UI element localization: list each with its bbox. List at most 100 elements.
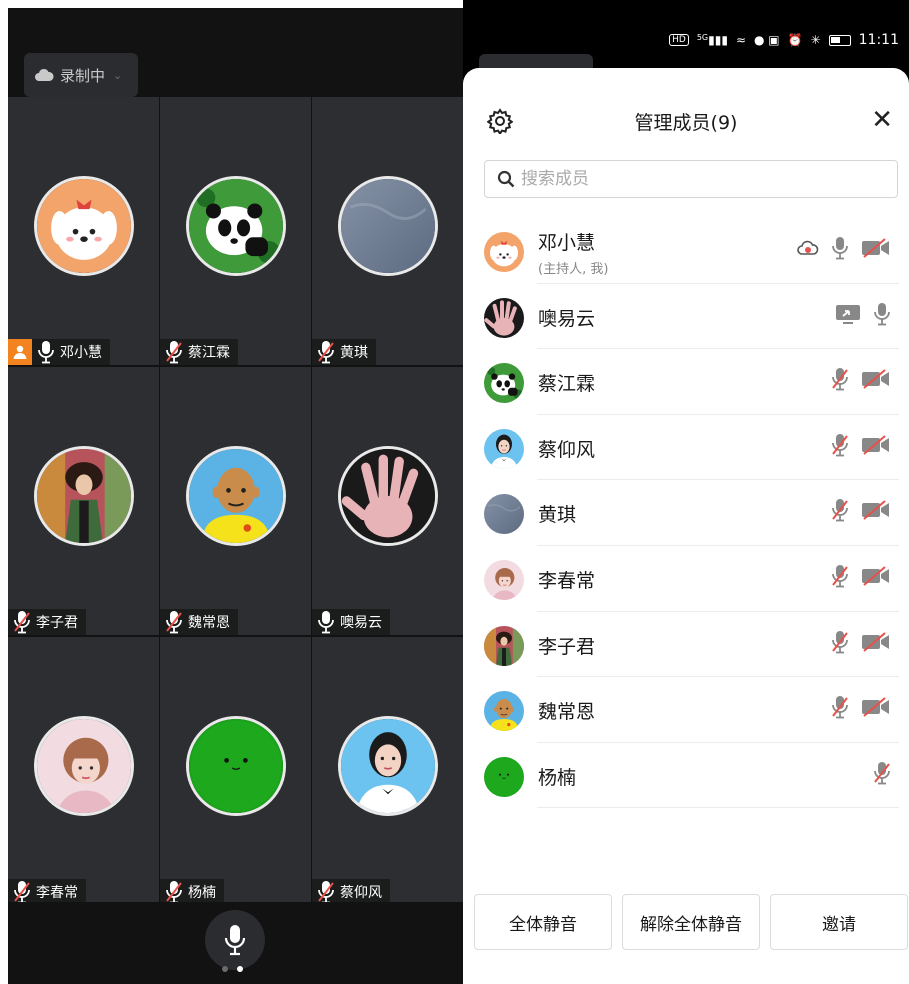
avatar bbox=[484, 232, 524, 272]
member-panel-screen: HD 5G▮▮▮ ≈ ● ▣ ⏰ ✳ 11:11 管理成员(9) ✕ 邓小慧 (主… bbox=[463, 0, 909, 984]
name-tag: 噢易云 bbox=[312, 609, 390, 635]
member-list: 邓小慧 (主持人, 我) 噢易云蔡江霖蔡仰风 黄琪李春常李子君 魏常恩杨楠 bbox=[463, 218, 909, 809]
member-row[interactable]: 邓小慧 (主持人, 我) bbox=[463, 218, 909, 284]
camera-off-icon[interactable] bbox=[861, 499, 891, 521]
avatar bbox=[185, 445, 286, 546]
member-row[interactable]: 李春常 bbox=[463, 546, 909, 612]
panel-title: 管理成员(9) bbox=[634, 112, 738, 134]
member-row[interactable]: 李子君 bbox=[463, 612, 909, 678]
video-tile[interactable]: 邓小慧 bbox=[8, 97, 159, 365]
unmute-all-button[interactable]: 解除全体静音 bbox=[622, 894, 760, 950]
camera-off-icon[interactable] bbox=[861, 565, 891, 587]
camera-off-icon[interactable] bbox=[861, 237, 891, 259]
recording-indicator[interactable]: 录制中 ⌄ bbox=[24, 53, 138, 97]
participant-name: 邓小慧 bbox=[60, 345, 102, 361]
video-tile[interactable]: 蔡江霖 bbox=[160, 97, 311, 365]
member-row[interactable]: 噢易云 bbox=[463, 284, 909, 350]
member-name: 蔡江霖 bbox=[538, 373, 596, 396]
member-status-icons bbox=[831, 564, 891, 588]
avatar bbox=[337, 445, 438, 546]
avatar bbox=[337, 175, 438, 276]
mic-muted-icon bbox=[165, 610, 183, 634]
mic-icon bbox=[317, 610, 335, 634]
member-row[interactable]: 蔡江霖 bbox=[463, 349, 909, 415]
avatar bbox=[33, 715, 134, 816]
name-tag: 李子君 bbox=[8, 609, 86, 635]
mic-icon[interactable] bbox=[831, 236, 849, 260]
camera-off-icon[interactable] bbox=[861, 434, 891, 456]
panel-actions: 全体静音 解除全体静音 邀请 bbox=[474, 894, 909, 950]
avatar bbox=[484, 625, 524, 666]
bluetooth-icon: ✳ bbox=[810, 33, 821, 47]
alarm-icon: ⏰ bbox=[787, 33, 803, 47]
cloud-recording-icon bbox=[797, 240, 819, 256]
member-name: 杨楠 bbox=[538, 766, 577, 789]
clock: 11:11 bbox=[858, 32, 899, 48]
avatar bbox=[484, 691, 524, 732]
search-input[interactable] bbox=[521, 169, 861, 189]
mic-icon[interactable] bbox=[873, 302, 891, 326]
mic-muted-icon[interactable] bbox=[831, 564, 849, 588]
mic-muted-icon[interactable] bbox=[873, 761, 891, 785]
manage-members-panel: 管理成员(9) ✕ 邓小慧 (主持人, 我) 噢易云蔡江霖蔡仰风黄琪李春常李子君魏常… bbox=[463, 68, 909, 984]
mic-icon bbox=[37, 340, 55, 364]
camera-off-icon[interactable] bbox=[861, 631, 891, 653]
mic-muted-icon[interactable] bbox=[831, 695, 849, 719]
participant-name: 李春常 bbox=[36, 885, 78, 901]
video-grid: 邓小慧 蔡江霖 黄琪李子君 魏常恩 噢易云李春常 杨楠 蔡仰风 bbox=[8, 97, 463, 905]
member-status-icons bbox=[831, 695, 891, 719]
video-tile[interactable]: 蔡仰风 bbox=[312, 637, 463, 905]
notification-icons: ● ▣ bbox=[754, 33, 780, 47]
member-row[interactable]: 杨楠 bbox=[463, 743, 909, 809]
screen-share-icon bbox=[835, 303, 861, 325]
mic-icon bbox=[224, 925, 246, 956]
member-name: 李春常 bbox=[538, 569, 596, 592]
camera-off-icon[interactable] bbox=[861, 368, 891, 390]
participant-name: 蔡仰风 bbox=[340, 885, 382, 901]
cloud-icon bbox=[35, 68, 54, 81]
chevron-down-icon: ⌄ bbox=[113, 68, 123, 82]
mic-muted-icon[interactable] bbox=[831, 630, 849, 654]
mic-muted-icon[interactable] bbox=[831, 433, 849, 457]
member-status-icons bbox=[831, 498, 891, 522]
avatar bbox=[484, 756, 524, 797]
page-dot[interactable] bbox=[222, 966, 228, 972]
member-row[interactable]: 蔡仰风 bbox=[463, 415, 909, 481]
member-status-icons bbox=[873, 761, 891, 785]
mic-toggle-button[interactable] bbox=[205, 910, 265, 970]
mic-muted-icon bbox=[165, 880, 183, 904]
host-icon bbox=[8, 339, 32, 365]
video-tile[interactable]: 杨楠 bbox=[160, 637, 311, 905]
bottom-controls bbox=[8, 902, 463, 984]
avatar bbox=[185, 715, 286, 816]
avatar bbox=[484, 363, 524, 404]
signal-icon: 5G▮▮▮ bbox=[696, 33, 728, 47]
name-tag: 黄琪 bbox=[312, 339, 376, 365]
status-bar: HD 5G▮▮▮ ≈ ● ▣ ⏰ ✳ 11:11 bbox=[463, 0, 909, 84]
member-row[interactable]: 魏常恩 bbox=[463, 677, 909, 743]
participant-name: 杨楠 bbox=[188, 885, 216, 901]
video-tile[interactable]: 噢易云 bbox=[312, 367, 463, 635]
mute-all-button[interactable]: 全体静音 bbox=[474, 894, 612, 950]
close-icon[interactable]: ✕ bbox=[871, 106, 893, 134]
page-dot-active[interactable] bbox=[237, 966, 243, 972]
participant-name: 噢易云 bbox=[340, 615, 382, 631]
mic-muted-icon[interactable] bbox=[831, 367, 849, 391]
video-tile[interactable]: 李春常 bbox=[8, 637, 159, 905]
video-tile[interactable]: 魏常恩 bbox=[160, 367, 311, 635]
panel-header: 管理成员(9) ✕ bbox=[463, 106, 909, 136]
camera-off-icon[interactable] bbox=[861, 696, 891, 718]
mic-muted-icon bbox=[317, 340, 335, 364]
member-role: (主持人, 我) bbox=[538, 262, 609, 277]
member-name: 噢易云 bbox=[538, 307, 596, 330]
member-search[interactable] bbox=[484, 160, 898, 198]
member-row[interactable]: 黄琪 bbox=[463, 480, 909, 546]
mic-muted-icon bbox=[13, 880, 31, 904]
video-tile[interactable]: 黄琪 bbox=[312, 97, 463, 365]
hd-icon: HD bbox=[669, 34, 689, 46]
invite-button[interactable]: 邀请 bbox=[770, 894, 908, 950]
meeting-view: 录制中 ⌄ 邓小慧 蔡江霖 黄琪李子君 魏常恩 噢易云李春常 杨楠 蔡仰风 bbox=[8, 8, 463, 984]
mic-muted-icon[interactable] bbox=[831, 498, 849, 522]
avatar bbox=[484, 494, 524, 535]
video-tile[interactable]: 李子君 bbox=[8, 367, 159, 635]
